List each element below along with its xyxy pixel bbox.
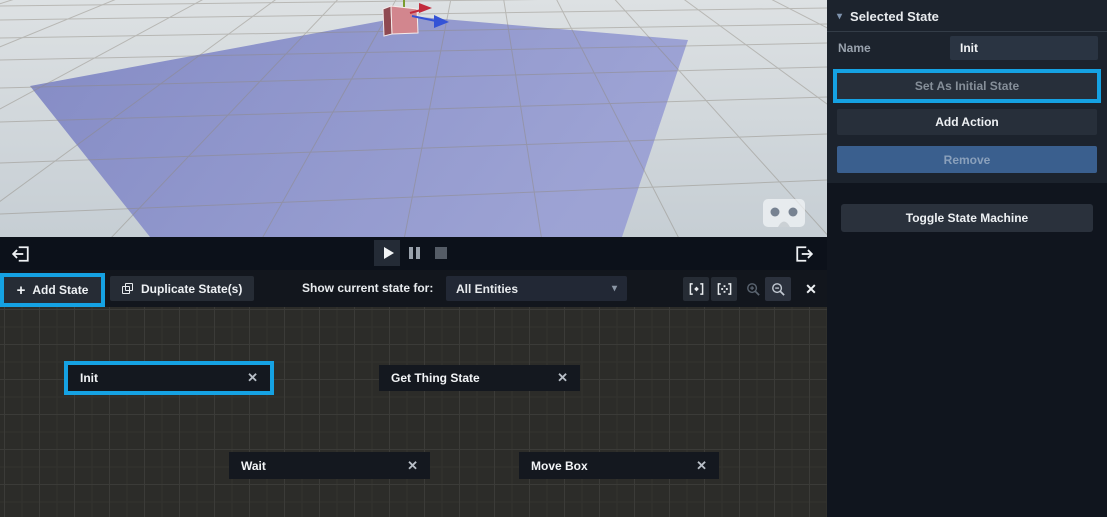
section-collapse-icon: ▾ [837,11,842,22]
toggle-state-machine-label: Toggle State Machine [906,211,1028,225]
exit-left-icon[interactable] [12,245,30,263]
chevron-down-icon: ▾ [612,283,617,294]
bracket-diamond-icon [689,282,704,296]
exit-right-icon[interactable] [795,245,813,263]
entities-dropdown-value: All Entities [456,282,518,296]
state-machine-canvas[interactable]: Init ✕ Get Thing State ✕ Wait ✕ Move Box… [0,307,827,517]
play-button[interactable] [374,240,400,266]
state-node-wait[interactable]: Wait ✕ [229,452,430,479]
play-icon [384,247,394,259]
scene-viewport[interactable] [0,0,827,237]
add-state-label: Add State [32,283,88,297]
plus-icon: + [17,282,26,299]
close-icon[interactable]: ✕ [247,370,258,386]
transport-controls [374,240,455,267]
add-state-highlight: + Add State [0,273,105,307]
pause-button[interactable] [401,240,427,266]
add-action-label: Add Action [935,115,999,129]
state-node-label: Init [80,371,98,385]
zoom-out-icon [771,282,786,297]
copy-icon [122,283,133,294]
selected-state-section-header[interactable]: ▾ Selected State [837,9,1097,24]
remove-label: Remove [944,153,991,167]
state-machine-toolbar: + Add State Duplicate State(s) Show curr… [0,270,827,307]
duplicate-state-button[interactable]: Duplicate State(s) [110,276,254,301]
set-as-initial-state-label: Set As Initial State [915,79,1019,93]
add-action-button[interactable]: Add Action [837,109,1097,135]
remove-button[interactable]: Remove [837,146,1097,173]
close-state-machine-button[interactable]: ✕ [799,277,823,301]
scene-canvas [0,0,827,237]
bracket-dots-icon [717,282,732,296]
selected-state-panel: ▾ Selected State Name Set As Initial Sta… [827,0,1107,183]
playback-bar [0,237,827,270]
set-as-initial-state-button[interactable]: Set As Initial State [837,73,1097,99]
divider [827,31,1107,32]
state-node-selected-highlight: Init ✕ [64,361,274,395]
state-node-label: Move Box [531,459,588,473]
frame-all-button[interactable] [711,277,737,301]
add-state-button[interactable]: + Add State [4,277,101,303]
app-window: + Add State Duplicate State(s) Show curr… [0,0,1107,517]
state-node-label: Wait [241,459,266,473]
box-front-face [391,6,418,34]
name-label: Name [838,41,871,55]
vr-goggles-icon[interactable] [763,199,805,227]
zoom-out-button[interactable] [765,277,791,301]
inspector-sidebar: ▾ Selected State Name Set As Initial Sta… [827,0,1107,517]
zoom-in-button[interactable] [741,277,765,301]
zoom-in-icon [746,282,761,297]
duplicate-state-label: Duplicate State(s) [141,282,242,296]
pause-icon [409,247,420,259]
close-icon: ✕ [805,281,817,298]
state-name-input[interactable] [950,36,1098,60]
entities-dropdown[interactable]: All Entities ▾ [446,276,627,301]
box-left-face [383,6,392,36]
close-icon[interactable]: ✕ [407,458,418,474]
set-initial-highlight: Set As Initial State [833,69,1101,103]
state-node-move-box[interactable]: Move Box ✕ [519,452,719,479]
close-icon[interactable]: ✕ [696,458,707,474]
state-node-get-thing-state[interactable]: Get Thing State ✕ [379,365,580,391]
state-node-label: Get Thing State [391,371,480,385]
toggle-state-machine-button[interactable]: Toggle State Machine [841,204,1093,232]
stop-button[interactable] [428,240,454,266]
section-title: Selected State [850,9,939,24]
stop-icon [435,247,447,259]
frame-selected-button[interactable] [683,277,709,301]
close-icon[interactable]: ✕ [557,370,568,386]
state-node-init[interactable]: Init ✕ [68,365,270,391]
show-current-state-label: Show current state for: [302,281,433,295]
